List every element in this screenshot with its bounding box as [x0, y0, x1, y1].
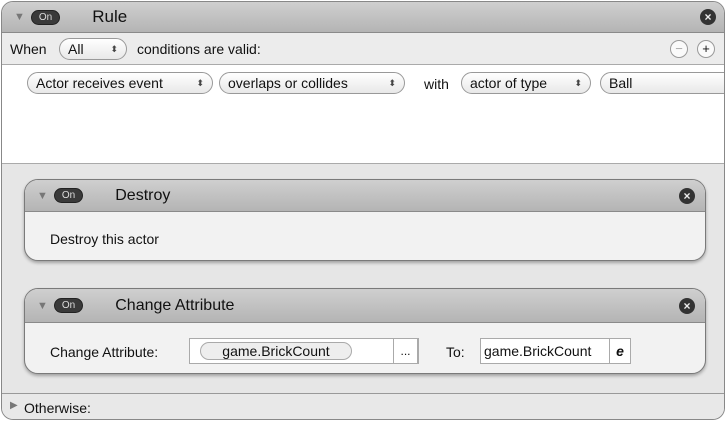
- close-icon[interactable]: ×: [679, 187, 695, 204]
- rule-panel: ▼ On Rule × When All ⬍ conditions are val…: [1, 1, 725, 420]
- to-label: To:: [446, 344, 465, 360]
- rule-title: Rule: [92, 7, 128, 26]
- rule-toggle[interactable]: On: [30, 9, 61, 25]
- condition-area: Actor receives event ⬍ overlaps or collid…: [2, 65, 724, 164]
- collapse-triangle-icon[interactable]: ▼: [37, 190, 48, 202]
- destroy-toggle[interactable]: On: [53, 188, 84, 203]
- close-icon[interactable]: ×: [679, 297, 695, 314]
- change-attribute-toggle[interactable]: On: [53, 298, 84, 313]
- destroy-action: ▼ On Destroy × Destroy this actor: [24, 179, 706, 261]
- collapse-triangle-icon[interactable]: ▼: [37, 300, 48, 312]
- change-attribute-title: Change Attribute: [115, 296, 235, 314]
- browse-attribute-button[interactable]: ...: [393, 338, 418, 364]
- when-label: When: [10, 41, 47, 57]
- change-attribute-action: ▼ On Change Attribute × Change Attribute…: [24, 288, 706, 374]
- expression-editor-icon[interactable]: e: [609, 338, 631, 364]
- to-value-field[interactable]: game.BrickCount: [480, 338, 610, 364]
- destroy-title: Destroy: [115, 186, 171, 204]
- collapse-triangle-icon[interactable]: ▼: [14, 11, 25, 23]
- otherwise-row[interactable]: ▶ Otherwise:: [2, 393, 724, 419]
- attribute-field[interactable]: game.BrickCount: [189, 338, 419, 364]
- target-type-value: actor of type: [470, 75, 548, 91]
- close-icon[interactable]: ×: [700, 9, 716, 25]
- conditions-label: conditions are valid:: [137, 41, 261, 57]
- destroy-header: ▼ On Destroy ×: [25, 180, 705, 212]
- match-value: All: [68, 41, 84, 57]
- attribute-token: game.BrickCount: [200, 342, 352, 360]
- with-label: with: [424, 76, 449, 92]
- subject-value: Actor receives event: [36, 75, 163, 91]
- match-select[interactable]: All ⬍: [59, 38, 127, 60]
- target-select[interactable]: Ball: [600, 72, 724, 94]
- add-condition-button[interactable]: +: [697, 40, 715, 58]
- event-value: overlaps or collides: [228, 75, 348, 91]
- rule-header: ▼ On Rule ×: [2, 2, 724, 33]
- remove-condition-button[interactable]: −: [670, 40, 688, 58]
- destroy-description: Destroy this actor: [50, 231, 159, 247]
- expand-triangle-icon[interactable]: ▶: [10, 400, 18, 411]
- target-type-select[interactable]: actor of type ⬍: [461, 72, 591, 94]
- event-select[interactable]: overlaps or collides ⬍: [219, 72, 405, 94]
- change-attribute-header: ▼ On Change Attribute ×: [25, 289, 705, 323]
- otherwise-label: Otherwise:: [24, 400, 91, 416]
- target-value: Ball: [609, 75, 633, 91]
- subject-select[interactable]: Actor receives event ⬍: [27, 72, 213, 94]
- attribute-label: Change Attribute:: [50, 344, 159, 360]
- when-row: When All ⬍ conditions are valid: − +: [2, 33, 724, 65]
